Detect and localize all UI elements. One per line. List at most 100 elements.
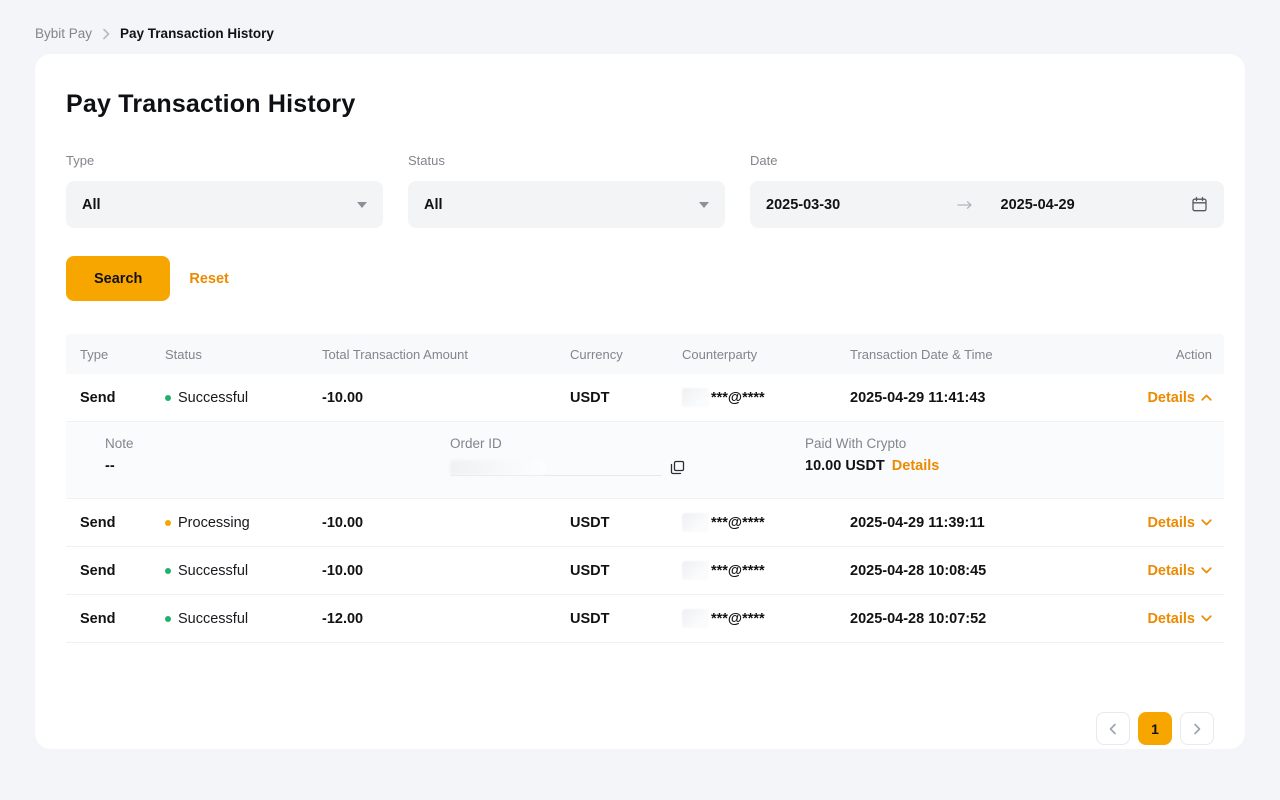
table-row: Send Successful -10.00 USDT ***@**** 202…: [66, 547, 1224, 595]
cell-type: Send: [80, 611, 165, 627]
pagination-page-1-button[interactable]: 1: [1138, 712, 1172, 745]
header-amount: Total Transaction Amount: [322, 347, 570, 362]
type-select-value: All: [82, 197, 101, 213]
cell-currency: USDT: [570, 563, 682, 579]
status-dot: [165, 520, 171, 526]
type-filter-group: Type All: [66, 153, 383, 228]
cell-type: Send: [80, 390, 165, 406]
header-action: Action: [1134, 347, 1224, 362]
header-status: Status: [165, 347, 322, 362]
counterparty-masked: ***@****: [711, 611, 765, 627]
cell-action: Details: [1134, 610, 1224, 628]
status-filter-group: Status All: [408, 153, 725, 228]
cell-currency: USDT: [570, 390, 682, 406]
type-select[interactable]: All: [66, 181, 383, 228]
cell-type: Send: [80, 515, 165, 531]
redacted-counterparty-prefix: [682, 609, 709, 628]
breadcrumb: Bybit Pay Pay Transaction History: [0, 0, 1280, 54]
cell-datetime: 2025-04-29 11:41:43: [850, 390, 1134, 406]
details-toggle[interactable]: Details: [1147, 611, 1212, 627]
table-row: Send Processing -10.00 USDT ***@**** 202…: [66, 499, 1224, 547]
details-toggle[interactable]: Details: [1147, 515, 1212, 531]
pagination: 1: [1096, 712, 1214, 745]
reset-button[interactable]: Reset: [189, 271, 229, 287]
chevron-left-icon: [1109, 723, 1117, 735]
cell-currency: USDT: [570, 611, 682, 627]
filter-actions: Search Reset: [66, 256, 1214, 301]
details-toggle[interactable]: Details: [1147, 563, 1212, 579]
pagination-next-button[interactable]: [1180, 712, 1214, 745]
header-currency: Currency: [570, 347, 682, 362]
copy-icon[interactable]: [670, 460, 685, 475]
cell-type: Send: [80, 563, 165, 579]
details-label: Details: [1147, 611, 1195, 627]
details-toggle[interactable]: Details: [1147, 390, 1212, 406]
cell-counterparty: ***@****: [682, 388, 850, 407]
caret-down-icon: [357, 202, 367, 208]
details-label: Details: [1147, 563, 1195, 579]
paid-with-crypto-row: 10.00 USDT Details: [805, 458, 1224, 474]
calendar-icon[interactable]: [1191, 196, 1208, 213]
arrow-right-icon: [957, 200, 973, 210]
order-id-value-row: [450, 458, 805, 476]
date-filter-group: Date 2025-03-30 2025-04-29: [750, 153, 1224, 228]
cell-status: Processing: [165, 515, 322, 531]
pagination-prev-button[interactable]: [1096, 712, 1130, 745]
cell-amount: -12.00: [322, 611, 570, 627]
chevron-right-icon: [1193, 723, 1201, 735]
chevron-right-icon: [102, 28, 110, 40]
note-label: Note: [105, 436, 450, 451]
search-button[interactable]: Search: [66, 256, 170, 301]
details-label: Details: [1147, 515, 1195, 531]
page-title: Pay Transaction History: [66, 90, 1214, 119]
type-filter-label: Type: [66, 153, 383, 168]
status-select[interactable]: All: [408, 181, 725, 228]
counterparty-masked: ***@****: [711, 390, 765, 406]
counterparty-masked: ***@****: [711, 563, 765, 579]
detail-note: Note --: [105, 436, 450, 498]
date-start-value[interactable]: 2025-03-30: [766, 197, 957, 213]
main-card: Pay Transaction History Type All Status …: [35, 54, 1245, 749]
details-label: Details: [1147, 390, 1195, 406]
detail-paid-with-crypto: Paid With Crypto 10.00 USDT Details: [805, 436, 1224, 498]
status-text: Processing: [178, 515, 250, 531]
breadcrumb-current: Pay Transaction History: [120, 26, 274, 41]
cell-datetime: 2025-04-28 10:07:52: [850, 611, 1134, 627]
status-dot: [165, 395, 171, 401]
header-type: Type: [80, 347, 165, 362]
breadcrumb-parent-link[interactable]: Bybit Pay: [35, 26, 92, 41]
redacted-counterparty-prefix: [682, 513, 709, 532]
cell-counterparty: ***@****: [682, 609, 850, 628]
cell-amount: -10.00: [322, 563, 570, 579]
redacted-order-id: [450, 460, 546, 475]
counterparty-masked: ***@****: [711, 515, 765, 531]
cell-action: Details: [1134, 389, 1224, 407]
cell-action: Details: [1134, 562, 1224, 580]
paid-with-crypto-label: Paid With Crypto: [805, 436, 1224, 451]
detail-order-id: Order ID: [450, 436, 805, 498]
cell-datetime: 2025-04-28 10:08:45: [850, 563, 1134, 579]
transactions-table: Type Status Total Transaction Amount Cur…: [66, 334, 1224, 643]
chevron-down-icon: [1201, 567, 1212, 574]
status-text: Successful: [178, 563, 248, 579]
chevron-up-icon: [1201, 394, 1212, 401]
date-range-picker[interactable]: 2025-03-30 2025-04-29: [750, 181, 1224, 228]
cell-status: Successful: [165, 563, 322, 579]
status-dot: [165, 568, 171, 574]
status-dot: [165, 616, 171, 622]
row-detail-panel: Note -- Order ID Paid With Crypto 10.00 …: [66, 422, 1224, 499]
table-row: Send Successful -10.00 USDT ***@**** 202…: [66, 374, 1224, 422]
paid-details-link[interactable]: Details: [892, 458, 940, 474]
cell-status: Successful: [165, 611, 322, 627]
status-select-value: All: [424, 197, 443, 213]
cell-counterparty: ***@****: [682, 561, 850, 580]
cell-action: Details: [1134, 514, 1224, 532]
status-filter-label: Status: [408, 153, 725, 168]
table-header-row: Type Status Total Transaction Amount Cur…: [66, 334, 1224, 374]
cell-currency: USDT: [570, 515, 682, 531]
paid-with-crypto-value: 10.00 USDT: [805, 458, 885, 474]
status-text: Successful: [178, 390, 248, 406]
header-counterparty: Counterparty: [682, 347, 850, 362]
order-id-label: Order ID: [450, 436, 805, 451]
date-end-value[interactable]: 2025-04-29: [973, 197, 1192, 213]
